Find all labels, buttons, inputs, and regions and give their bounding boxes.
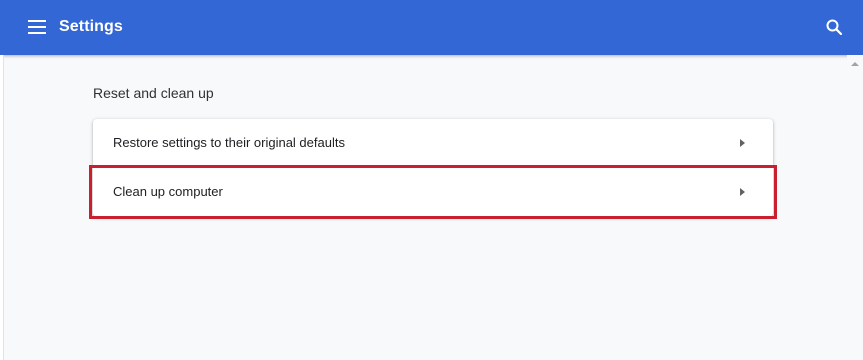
restore-defaults-label: Restore settings to their original defau… bbox=[113, 135, 345, 150]
toolbar: Settings bbox=[0, 0, 863, 55]
page-title: Settings bbox=[59, 18, 123, 35]
section-heading: Reset and clean up bbox=[93, 85, 214, 101]
search-icon bbox=[826, 19, 842, 35]
restore-defaults-row[interactable]: Restore settings to their original defau… bbox=[93, 119, 773, 167]
reset-cleanup-card: Restore settings to their original defau… bbox=[93, 119, 773, 217]
settings-window: Settings Reset and clean up Restore sett… bbox=[0, 0, 863, 360]
chevron-right-icon bbox=[740, 188, 745, 196]
clean-up-computer-row[interactable]: Clean up computer bbox=[93, 168, 773, 216]
window-left-edge bbox=[0, 55, 4, 360]
scroll-up-arrow-icon[interactable] bbox=[851, 62, 859, 66]
hamburger-menu-icon bbox=[28, 20, 46, 34]
search-button[interactable] bbox=[823, 16, 845, 38]
scrollbar[interactable] bbox=[847, 55, 863, 360]
main-menu-button[interactable] bbox=[22, 16, 52, 38]
clean-up-computer-label: Clean up computer bbox=[113, 184, 223, 199]
chevron-right-icon bbox=[740, 139, 745, 147]
